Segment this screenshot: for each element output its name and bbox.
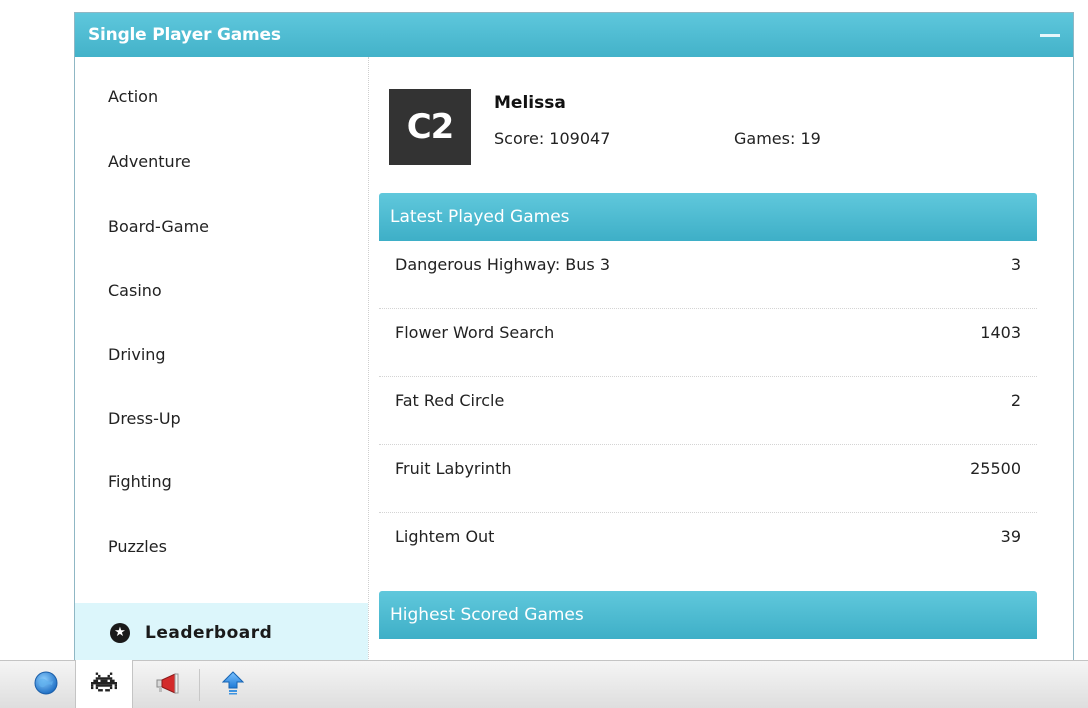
leaderboard-label: Leaderboard [145, 623, 273, 643]
minimize-icon[interactable] [1040, 34, 1060, 37]
games-tab-button[interactable] [75, 660, 133, 708]
category-puzzles[interactable]: Puzzles [108, 537, 167, 556]
game-score: 3 [1010, 255, 1021, 274]
user-score: Score: 109047 [494, 129, 611, 148]
category-board-game[interactable]: Board-Game [108, 217, 209, 236]
game-name: Dangerous Highway: Bus 3 [395, 255, 611, 274]
game-name: Fat Red Circle [395, 391, 505, 410]
game-name: Flower Word Search [395, 323, 555, 342]
game-row[interactable]: Fat Red Circle 2 [379, 377, 1037, 445]
space-invader-icon [91, 671, 117, 697]
game-name: Fruit Labyrinth [395, 459, 512, 478]
game-score: 39 [1000, 527, 1021, 546]
avatar: C2 [389, 89, 471, 165]
game-score: 1403 [980, 323, 1021, 342]
globe-button[interactable] [18, 661, 74, 708]
category-driving[interactable]: Driving [108, 345, 166, 364]
game-score: 25500 [970, 459, 1021, 478]
leaderboard-button[interactable]: ★ Leaderboard [75, 603, 368, 660]
category-fighting[interactable]: Fighting [108, 472, 172, 491]
category-sidebar: Action Adventure Board-Game Casino Drivi… [75, 57, 369, 660]
scroll-top-button[interactable] [205, 661, 261, 708]
globe-icon [34, 671, 58, 699]
upload-arrow-icon [221, 670, 245, 699]
latest-played-games-header: Latest Played Games [379, 193, 1037, 241]
taskbar-separator [199, 669, 200, 701]
profile-content: C2 Melissa Score: 109047 Games: 19 Lates… [379, 57, 1039, 660]
user-games-count: Games: 19 [734, 129, 821, 148]
taskbar [0, 660, 1088, 708]
user-name: Melissa [494, 93, 566, 113]
single-player-games-panel: Single Player Games Action Adventure Boa… [74, 12, 1074, 660]
category-adventure[interactable]: Adventure [108, 152, 191, 171]
megaphone-icon [155, 672, 181, 698]
star-icon: ★ [110, 623, 130, 643]
panel-title: Single Player Games [88, 25, 281, 45]
game-row[interactable]: Lightem Out 39 [379, 513, 1037, 581]
game-name: Lightem Out [395, 527, 495, 546]
game-row[interactable]: Fruit Labyrinth 25500 [379, 445, 1037, 513]
highest-scored-games-header: Highest Scored Games [379, 591, 1037, 639]
category-casino[interactable]: Casino [108, 281, 162, 300]
game-row[interactable]: Dangerous Highway: Bus 3 3 [379, 241, 1037, 309]
panel-header: Single Player Games [75, 13, 1073, 57]
category-action[interactable]: Action [108, 87, 158, 106]
game-score: 2 [1010, 391, 1021, 410]
category-dress-up[interactable]: Dress-Up [108, 409, 181, 428]
announcements-button[interactable] [140, 661, 196, 708]
game-row[interactable]: Flower Word Search 1403 [379, 309, 1037, 377]
